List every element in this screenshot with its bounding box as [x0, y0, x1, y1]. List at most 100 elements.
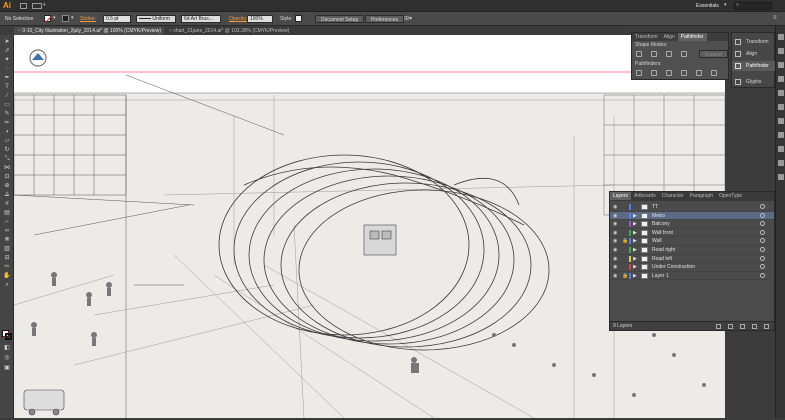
fill-dropdown-icon[interactable]: ▾: [53, 15, 56, 21]
layers-panel-icon[interactable]: [778, 160, 784, 166]
column-graph-tool-icon[interactable]: ▥: [3, 246, 11, 252]
dock-item-glyphs[interactable]: Glyphs: [732, 77, 776, 87]
screen-mode-icon[interactable]: ▣: [3, 365, 11, 371]
dock-item-transform[interactable]: Transform: [732, 37, 776, 47]
rectangle-tool-icon[interactable]: ▭: [3, 102, 11, 108]
document-tab-city-illustration[interactable]: × 0-10_City Illustration_2july_2014.ai* …: [14, 27, 164, 35]
opacity-label[interactable]: Opacity:: [229, 15, 247, 23]
minus-back-icon[interactable]: [711, 70, 717, 76]
arrange-icon[interactable]: ⊞▾: [404, 15, 412, 22]
expand-triangle-icon[interactable]: ▶: [633, 212, 637, 220]
delete-layer-icon[interactable]: [764, 324, 769, 329]
color-mode-icon[interactable]: ◧: [3, 345, 11, 351]
graphic-styles-panel-icon[interactable]: [778, 146, 784, 152]
expand-triangle-icon[interactable]: ▶: [633, 272, 637, 280]
opacity-field[interactable]: 100%: [247, 15, 273, 23]
minus-front-icon[interactable]: [651, 51, 657, 57]
new-sublayer-icon[interactable]: [740, 324, 745, 329]
tab-align[interactable]: Align: [661, 33, 678, 41]
symbol-sprayer-tool-icon[interactable]: ❋: [3, 237, 11, 243]
arrange-dropdown-icon[interactable]: ▾: [43, 2, 46, 8]
expand-triangle-icon[interactable]: ▶: [633, 229, 637, 237]
workspace-chevron-icon[interactable]: ▾: [724, 2, 727, 8]
stroke-label[interactable]: Stroke:: [80, 15, 96, 23]
eyedropper-tool-icon[interactable]: ⌐: [3, 219, 11, 225]
intersect-icon[interactable]: [666, 51, 672, 57]
expand-triangle-icon[interactable]: ▶: [633, 220, 637, 228]
slice-tool-icon[interactable]: ✂: [3, 264, 11, 270]
perspective-grid-tool-icon[interactable]: ⟁: [3, 192, 11, 198]
layer-row[interactable]: ◉ ▶ Road left: [610, 255, 774, 264]
brushes-panel-icon[interactable]: [778, 62, 784, 68]
type-tool-icon[interactable]: T: [3, 84, 11, 90]
document-tab-chart[interactable]: × chart_21june_2014.ai* @ 103.39% (CMYK/…: [165, 27, 305, 35]
visibility-eye-icon[interactable]: ◉: [613, 255, 617, 263]
draw-mode-icon[interactable]: ◎: [3, 355, 11, 361]
trim-icon[interactable]: [651, 70, 657, 76]
target-circle-icon[interactable]: [760, 264, 765, 270]
stroke-swatch[interactable]: [62, 15, 69, 22]
dock-item-pathfinder[interactable]: Pathfinder: [732, 61, 776, 71]
rotate-tool-icon[interactable]: ↻: [3, 147, 11, 153]
paintbrush-tool-icon[interactable]: ✎: [3, 111, 11, 117]
visibility-eye-icon[interactable]: ◉: [613, 263, 617, 271]
visibility-eye-icon[interactable]: ◉: [613, 220, 617, 228]
unite-icon[interactable]: [636, 51, 642, 57]
expand-triangle-icon[interactable]: ▶: [633, 246, 637, 254]
shape-builder-tool-icon[interactable]: ⊕: [3, 183, 11, 189]
variable-width-profile[interactable]: Uniform: [136, 15, 176, 23]
artboards-panel-icon[interactable]: [778, 174, 784, 180]
target-circle-icon[interactable]: [760, 255, 765, 261]
lasso-tool-icon[interactable]: ◌: [3, 66, 11, 72]
layer-row[interactable]: ◉ ▶ Under Construction: [610, 263, 774, 272]
fill-swatch[interactable]: [44, 15, 53, 24]
expand-triangle-icon[interactable]: ▶: [633, 263, 637, 271]
visibility-eye-icon[interactable]: ◉: [613, 246, 617, 254]
layer-row[interactable]: ◉ ▶ Road right: [610, 246, 774, 255]
zoom-tool-icon[interactable]: ⌕: [3, 282, 11, 288]
artboard-tool-icon[interactable]: ⊟: [3, 255, 11, 261]
stroke-weight-field[interactable]: 0.5 pt: [103, 15, 131, 23]
visibility-eye-icon[interactable]: ◉: [613, 203, 617, 211]
visibility-eye-icon[interactable]: ◉: [613, 229, 617, 237]
graphic-style-swatch[interactable]: [295, 15, 302, 22]
expand-triangle-icon[interactable]: ▶: [633, 255, 637, 263]
search-field[interactable]: [734, 2, 772, 10]
tab-transform[interactable]: Transform: [632, 33, 661, 41]
panel-menu-icon[interactable]: ≡: [773, 15, 777, 21]
tab-pathfinder[interactable]: Pathfinder: [677, 33, 707, 41]
crop-icon[interactable]: [681, 70, 687, 76]
workspace-switcher[interactable]: Essentials: [696, 2, 719, 10]
layer-row[interactable]: ◉ ▶ Balcony: [610, 220, 774, 229]
tab-layers[interactable]: Layers: [610, 192, 632, 200]
expand-triangle-icon[interactable]: ▶: [633, 237, 637, 245]
new-layer-icon[interactable]: [752, 324, 757, 329]
target-circle-icon[interactable]: [760, 272, 765, 278]
outline-icon[interactable]: [696, 70, 702, 76]
layer-row[interactable]: ◉ 🔒 ▶ Wall: [610, 237, 774, 246]
stroke-panel-icon[interactable]: [778, 90, 784, 96]
free-transform-tool-icon[interactable]: ⊡: [3, 174, 11, 180]
gradient-panel-icon[interactable]: [778, 104, 784, 110]
target-circle-icon[interactable]: [760, 212, 765, 218]
visibility-eye-icon[interactable]: ◉: [613, 237, 617, 245]
exclude-icon[interactable]: [681, 51, 687, 57]
tab-opentype[interactable]: OpenType: [716, 192, 745, 200]
target-circle-icon[interactable]: [760, 238, 765, 244]
target-circle-icon[interactable]: [760, 204, 765, 209]
eraser-tool-icon[interactable]: ▱: [3, 138, 11, 144]
preferences-button[interactable]: Preferences: [365, 15, 404, 23]
arrange-documents-icon[interactable]: [32, 3, 42, 9]
target-circle-icon[interactable]: [760, 221, 765, 227]
target-circle-icon[interactable]: [760, 247, 765, 252]
appearance-panel-icon[interactable]: [778, 132, 784, 138]
line-tool-icon[interactable]: ∕: [3, 93, 11, 99]
layer-row[interactable]: ◉ ▶ Wall front: [610, 229, 774, 238]
selection-tool-icon[interactable]: ➤: [3, 39, 11, 45]
tab-paragraph[interactable]: Paragraph: [687, 192, 716, 200]
make-clipping-mask-icon[interactable]: [728, 324, 733, 329]
lock-toggle-icon[interactable]: 🔒: [622, 237, 628, 245]
pen-tool-icon[interactable]: ✒: [3, 75, 11, 81]
hand-tool-icon[interactable]: ✋: [3, 273, 11, 279]
magic-wand-tool-icon[interactable]: ✦: [3, 57, 11, 63]
